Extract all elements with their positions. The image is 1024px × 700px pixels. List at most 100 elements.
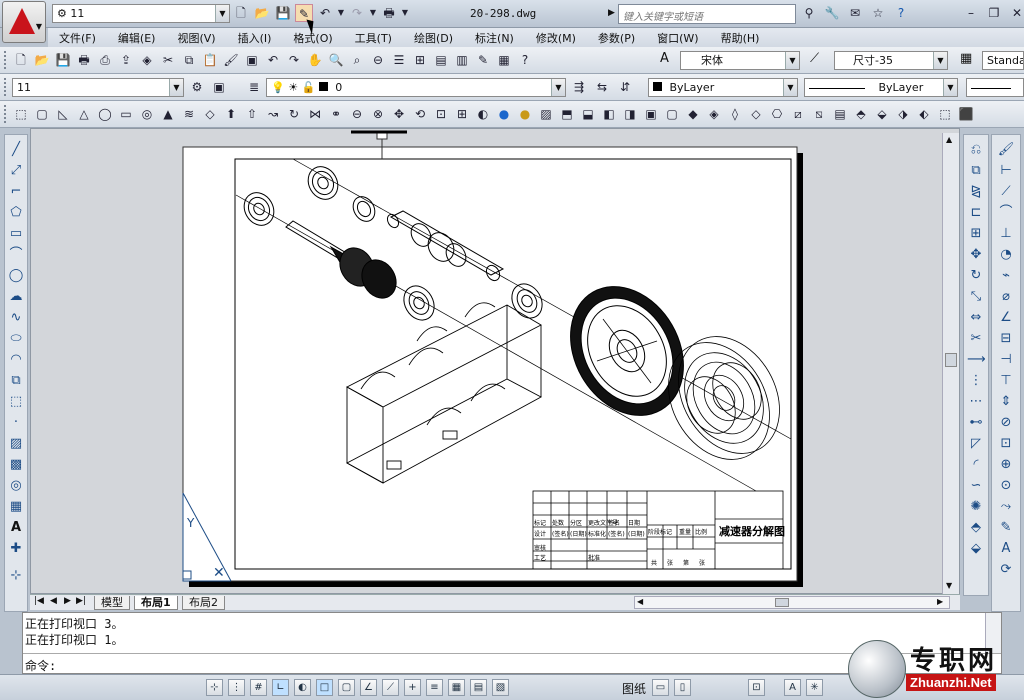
chevron-down-icon[interactable]: ▼ <box>933 52 947 69</box>
paste-icon[interactable]: 📋 <box>201 51 219 69</box>
diameter-icon[interactable]: ⌀ <box>997 288 1015 306</box>
chevron-down-icon[interactable]: ▼ <box>369 4 377 22</box>
layer-states-icon[interactable]: ⇵ <box>616 78 634 96</box>
help-icon[interactable]: ? <box>892 4 910 22</box>
snap-mode-icon[interactable]: ⋮ <box>228 679 245 696</box>
arc-icon[interactable]: ⌒ <box>7 246 25 264</box>
intersect-icon[interactable]: ⊗ <box>369 105 387 123</box>
break-icon[interactable]: ⋯ <box>967 393 985 411</box>
cylinder-icon[interactable]: ▭ <box>117 105 135 123</box>
sweep-icon[interactable]: ↝ <box>264 105 282 123</box>
hatch-icon[interactable]: ▨ <box>7 435 25 453</box>
3d-align-icon[interactable]: ⊡ <box>432 105 450 123</box>
block-editor-icon[interactable]: ▣ <box>243 51 261 69</box>
selection-cycling-icon[interactable]: ▧ <box>492 679 509 696</box>
sphere-icon[interactable]: ◯ <box>96 105 114 123</box>
redo-icon[interactable]: ↷ <box>285 51 303 69</box>
jogged-linear-icon[interactable]: ⤳ <box>997 498 1015 516</box>
fillet-icon[interactable]: ◜ <box>967 456 985 474</box>
open-icon[interactable]: 📂 <box>253 4 271 22</box>
gradient-icon[interactable]: ▩ <box>7 456 25 474</box>
vertical-scrollbar[interactable]: ▲ ▼ <box>942 133 959 596</box>
polyline-icon[interactable]: ⌐ <box>7 183 25 201</box>
tolerance-icon[interactable]: ⊡ <box>997 435 1015 453</box>
chevron-down-icon[interactable]: ▼ <box>169 79 183 96</box>
offset-icon[interactable]: ⊏ <box>967 204 985 222</box>
plot-icon[interactable]: 🖶 <box>75 51 93 69</box>
dynamic-input-icon[interactable]: + <box>404 679 421 696</box>
gear-icon[interactable]: ⚙ <box>188 78 206 96</box>
redo-icon[interactable]: ↷ <box>348 4 366 22</box>
nw-iso-icon[interactable]: ◇ <box>747 105 765 123</box>
flatshot-icon[interactable]: ▤ <box>831 105 849 123</box>
new-icon[interactable]: 🗋 <box>232 4 250 22</box>
cone-icon[interactable]: △ <box>75 105 93 123</box>
view-bottom-icon[interactable]: ⬓ <box>579 105 597 123</box>
3d-osnap-icon[interactable]: ▢ <box>338 679 355 696</box>
tab-model[interactable]: 模型 <box>94 596 130 610</box>
undo-icon[interactable]: ↶ <box>316 4 334 22</box>
make-block-icon[interactable]: ⬚ <box>7 393 25 411</box>
publish-icon[interactable]: ⇪ <box>117 51 135 69</box>
toolbar-grip[interactable] <box>4 51 7 69</box>
menu-tools[interactable]: 工具(T) <box>344 28 403 47</box>
camera-icon[interactable]: ⎔ <box>768 105 786 123</box>
ortho-mode-icon[interactable]: ∟ <box>272 679 289 696</box>
visual-styles-icon[interactable]: ◐ <box>474 105 492 123</box>
polar-tracking-icon[interactable]: ◐ <box>294 679 311 696</box>
make-current-icon[interactable]: ⇶ <box>570 78 588 96</box>
menu-view[interactable]: 视图(V) <box>166 28 226 47</box>
binoculars-icon[interactable]: ⚲ <box>800 4 818 22</box>
workspace-combo[interactable]: ⚙ 11 ▼ <box>52 4 230 23</box>
linear-dim-icon[interactable]: ⊢ <box>997 162 1015 180</box>
workspace-combo-2[interactable]: 11 ▼ <box>12 78 184 97</box>
3d-array-icon[interactable]: ⊞ <box>453 105 471 123</box>
box-icon[interactable]: ▢ <box>33 105 51 123</box>
undo-icon[interactable]: ↶ <box>264 51 282 69</box>
move-icon[interactable]: ✥ <box>967 246 985 264</box>
chevron-down-icon[interactable]: ▼ <box>783 79 797 96</box>
table-style-combo[interactable]: Standa <box>982 51 1024 70</box>
ellipse-icon[interactable]: ⬭ <box>7 330 25 348</box>
imprint-icon[interactable]: ⬛ <box>957 105 975 123</box>
save-icon[interactable]: 💾 <box>54 51 72 69</box>
rotate-icon[interactable]: ↻ <box>967 267 985 285</box>
dynamic-ucs-icon[interactable]: ⟋ <box>382 679 399 696</box>
properties-icon[interactable]: ☰ <box>390 51 408 69</box>
menu-edit[interactable]: 编辑(E) <box>107 28 167 47</box>
paint-brush-icon[interactable]: 🖌 <box>997 141 1015 159</box>
3d-array-icon[interactable]: ⬙ <box>967 540 985 558</box>
dim-break-icon[interactable]: ⊘ <box>997 414 1015 432</box>
dim-space-icon[interactable]: ⇕ <box>997 393 1015 411</box>
dim-update-icon[interactable]: ⟳ <box>997 561 1015 579</box>
revision-cloud-icon[interactable]: ☁ <box>7 288 25 306</box>
stretch-icon[interactable]: ⇔ <box>967 309 985 327</box>
grid-display-icon[interactable]: # <box>250 679 267 696</box>
lineweight-combo[interactable] <box>966 78 1024 97</box>
sheet-set-icon[interactable]: ▥ <box>453 51 471 69</box>
join-icon[interactable]: ⊷ <box>967 414 985 432</box>
command-prompt[interactable]: 命令: <box>25 657 56 674</box>
scroll-left-icon[interactable]: ◀ <box>637 597 643 606</box>
annotation-visibility-icon[interactable]: ✳ <box>806 679 823 696</box>
array-icon[interactable]: ⊞ <box>967 225 985 243</box>
menu-file[interactable]: 文件(F) <box>48 28 107 47</box>
conceptual-icon[interactable]: ● <box>516 105 534 123</box>
match-properties-icon[interactable]: 🖌 <box>222 51 240 69</box>
erase-icon[interactable]: ⎌ <box>967 141 985 159</box>
menu-draw[interactable]: 绘图(D) <box>403 28 464 47</box>
rectangle-icon[interactable]: ▭ <box>7 225 25 243</box>
calculator-icon[interactable]: ▦ <box>495 51 513 69</box>
zoom-realtime-icon[interactable]: 🔍 <box>327 51 345 69</box>
view-front-icon[interactable]: ▣ <box>642 105 660 123</box>
drawing-canvas[interactable]: Y ✕ 标记 处数 分区 更改文件号 签名 日期 设计 (签名) (日期) 标准… <box>30 128 960 594</box>
radius-icon[interactable]: ◔ <box>997 246 1015 264</box>
center-mark-icon[interactable]: ⊕ <box>997 456 1015 474</box>
ellipse-arc-icon[interactable]: ◠ <box>7 351 25 369</box>
paper-space-label[interactable]: 图纸 <box>622 680 646 697</box>
maximize-viewport-icon[interactable]: ⊡ <box>748 679 765 696</box>
menu-window[interactable]: 窗口(W) <box>646 28 709 47</box>
angular-icon[interactable]: ∠ <box>997 309 1015 327</box>
star-icon[interactable]: ☆ <box>869 4 887 22</box>
chevron-down-icon[interactable]: ▼ <box>943 79 957 96</box>
